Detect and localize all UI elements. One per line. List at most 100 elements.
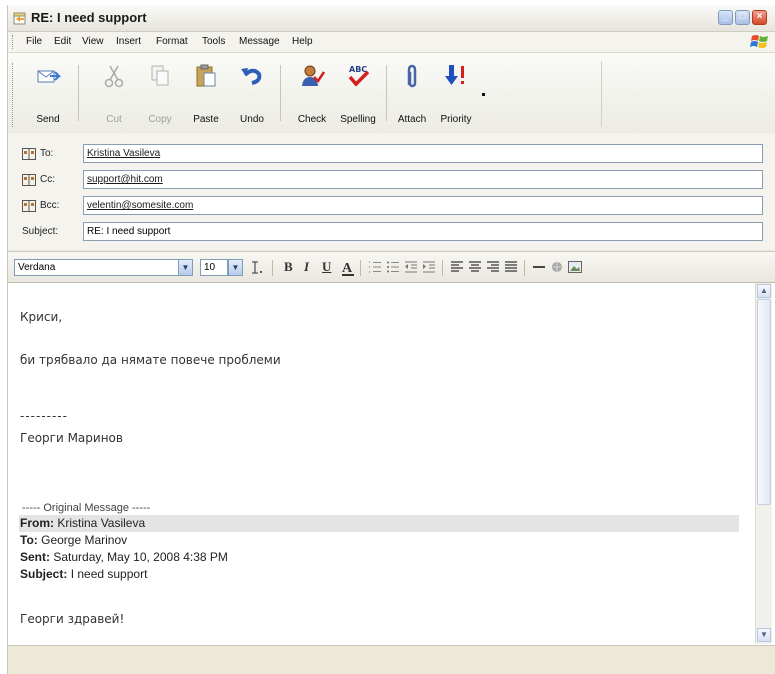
address-pane: To: Kristina Vasileva Cc: support@hit.co… [8,133,775,250]
undo-label: Undo [240,114,264,125]
attach-button[interactable]: Attach [390,59,434,127]
scroll-down-arrow-icon[interactable]: ▼ [757,628,771,642]
bulleted-list-icon[interactable] [386,261,400,276]
address-book-icon[interactable] [22,148,36,163]
increase-indent-icon[interactable] [422,261,436,276]
check-label: Check [297,114,327,125]
subject-field[interactable]: RE: I need support [83,222,763,241]
italic-icon[interactable]: I [304,259,309,275]
cc-row: Cc: support@hit.com [8,170,775,190]
attach-label: Attach [397,114,427,125]
quoted-sent-line: Sent: Saturday, May 10, 2008 4:38 PM [20,550,228,564]
priority-button[interactable]: Priority [434,59,478,127]
menu-edit[interactable]: Edit [54,36,71,47]
quoted-subject-label: Subject: [20,567,68,581]
message-reply-icon [13,11,27,25]
toolbar-separator [386,65,387,121]
font-dropdown-button[interactable]: ▼ [178,259,193,276]
maximize-button[interactable]: □ [735,10,750,25]
original-message-header: ----- Original Message ----- [22,502,151,514]
horizontal-line-icon[interactable] [532,261,546,276]
align-left-icon[interactable] [450,261,464,276]
menu-view[interactable]: View [82,36,104,47]
numbered-list-icon[interactable] [368,261,382,276]
spelling-label: Spelling [340,114,376,125]
check-names-button[interactable]: Check [290,59,334,127]
toolbar-separator [78,65,79,121]
insert-picture-icon[interactable] [568,261,582,276]
bcc-field[interactable]: velentin@somesite.com [83,196,763,215]
cc-field[interactable]: support@hit.com [83,170,763,189]
quoted-to-value: George Marinov [41,533,128,547]
send-icon [26,63,70,89]
menu-format[interactable]: Format [156,36,188,47]
undo-button[interactable]: Undo [230,59,274,127]
font-size-select[interactable]: 10 [200,259,228,276]
toolbar-grip [12,63,16,127]
body-line: би трябвало да нямате повече проблеми [20,353,281,367]
close-button[interactable]: × [752,10,767,25]
scrollbar-thumb[interactable] [757,299,771,505]
scroll-up-arrow-icon[interactable]: ▲ [757,284,771,298]
underline-icon[interactable]: U [322,259,331,275]
send-label: Send [36,114,60,125]
address-book-icon[interactable] [22,200,36,215]
priority-icon [434,63,478,89]
hyperlink-icon[interactable] [550,261,564,276]
minimize-button[interactable]: _ [718,10,733,25]
decrease-indent-icon[interactable] [404,261,418,276]
menu-tools[interactable]: Tools [202,36,225,47]
scissors-icon [92,63,136,89]
paste-icon [184,63,228,89]
font-color-icon[interactable]: A [341,259,357,280]
quoted-to-label: To: [20,533,38,547]
justify-icon[interactable] [504,261,518,276]
font-size-dropdown-button[interactable]: ▼ [228,259,243,276]
title-bar: RE: I need support _ □ × [8,5,775,32]
align-right-icon[interactable] [486,261,500,276]
format-separator [272,260,273,276]
to-field[interactable]: Kristina Vasileva [83,144,763,163]
window-title: RE: I need support [31,10,147,25]
send-button[interactable]: Send [26,59,70,127]
paragraph-style-icon[interactable] [250,261,266,278]
toolbar-edge [601,61,602,127]
check-names-icon [290,63,334,89]
dropdown-arrow-icon [478,63,490,103]
format-separator [442,260,443,276]
spelling-icon: ABC [336,63,380,89]
format-separator [524,260,525,276]
cc-label: Cc: [40,174,55,185]
cut-label: Cut [106,114,122,125]
menu-file[interactable]: File [26,36,42,47]
menu-insert[interactable]: Insert [116,36,141,47]
formatting-toolbar: Verdana ▼ 10 ▼ B I U A [8,251,775,283]
compose-window: RE: I need support _ □ × File Edit View … [7,5,775,674]
menu-grip [12,35,16,49]
font-select[interactable]: Verdana [14,259,180,276]
bold-icon[interactable]: B [284,259,293,275]
toolbar-separator [280,65,281,121]
cut-button[interactable]: Cut [92,59,136,127]
copy-button[interactable]: Copy [138,59,182,127]
quoted-subject-line: Subject: I need support [20,567,147,581]
menu-message[interactable]: Message [239,36,280,47]
align-center-icon[interactable] [468,261,482,276]
svg-text:ABC: ABC [349,65,367,74]
subject-row: Subject: RE: I need support [8,222,775,242]
greeting-text: Криси, [20,310,63,324]
to-row: To: Kristina Vasileva [8,144,775,164]
priority-dropdown[interactable] [478,59,490,127]
address-book-icon[interactable] [22,174,36,189]
vertical-scrollbar[interactable]: ▲ ▼ [755,283,772,644]
paste-button[interactable]: Paste [184,59,228,127]
spelling-button[interactable]: ABC Spelling [336,59,380,127]
svg-text:A: A [342,261,353,276]
copy-label: Copy [148,114,172,125]
bcc-label: Bcc: [40,200,60,211]
message-body[interactable]: Криси, би трябвало да нямате повече проб… [8,282,775,645]
menu-help[interactable]: Help [292,36,313,47]
quoted-from-value: Kristina Vasileva [57,516,146,530]
paste-label: Paste [193,114,219,125]
undo-icon [230,63,274,89]
